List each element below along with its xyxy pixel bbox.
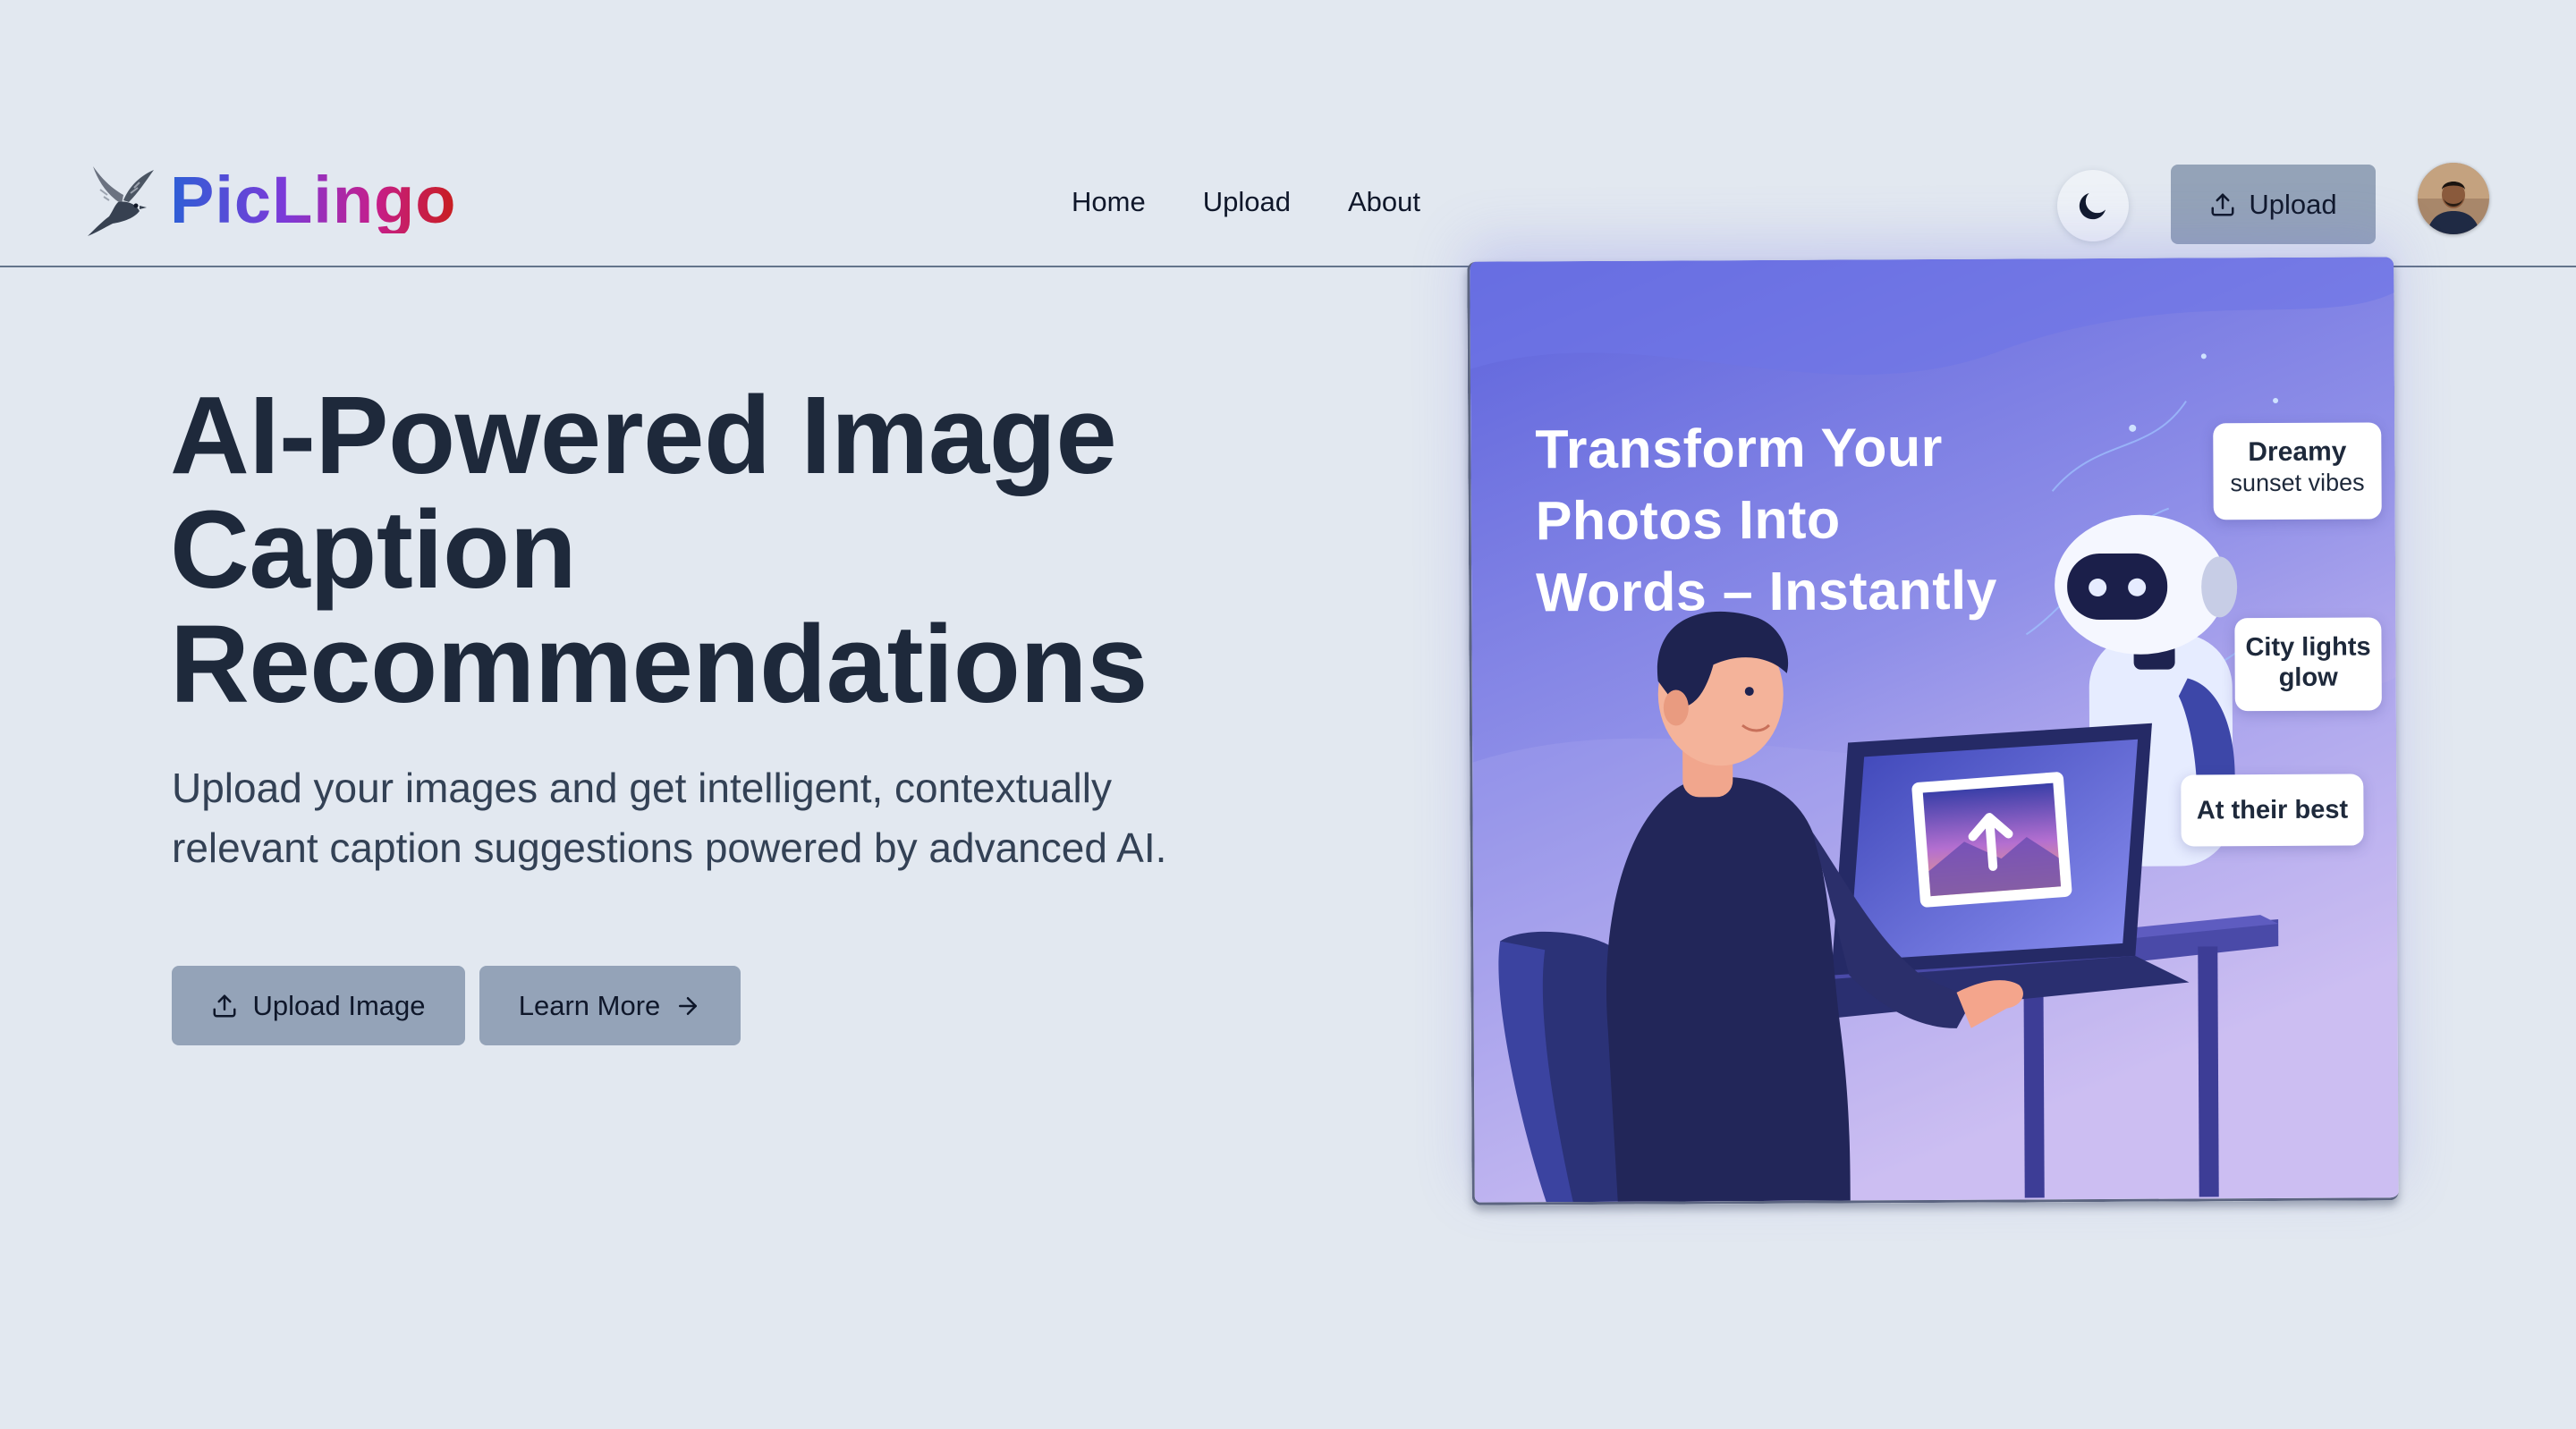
nav-link-upload[interactable]: Upload bbox=[1203, 186, 1291, 218]
theme-toggle-button[interactable] bbox=[2057, 170, 2129, 241]
learn-more-label: Learn More bbox=[518, 989, 661, 1021]
caption-bubble-1-line-1: Dreamy bbox=[2248, 436, 2347, 468]
avatar-image bbox=[2418, 163, 2489, 234]
hero-title: AI-Powered Image Caption Recommendations bbox=[170, 379, 1333, 723]
main-nav: Home Upload About bbox=[1072, 186, 1420, 218]
learn-more-button[interactable]: Learn More bbox=[479, 966, 741, 1045]
arrow-right-icon bbox=[679, 996, 698, 1015]
illustration-title-line-1: Transform Your bbox=[1535, 416, 1944, 480]
illustration-title: Transform Your Photos Into Words – Insta… bbox=[1535, 410, 2037, 628]
caption-bubble-3-line-1: At their best bbox=[2196, 795, 2349, 824]
brand[interactable]: PicLingo bbox=[82, 161, 456, 240]
hero-title-line-3: Recommendations bbox=[170, 604, 1148, 726]
upload-icon bbox=[213, 994, 236, 1017]
hero-illustration: Transform Your Photos Into Words – Insta… bbox=[1467, 257, 2399, 1205]
upload-icon bbox=[2211, 193, 2234, 216]
upload-image-label: Upload Image bbox=[252, 989, 426, 1021]
brand-name: PicLingo bbox=[170, 163, 457, 237]
illustration-title-line-2: Photos Into bbox=[1535, 488, 1841, 552]
caption-bubble-2-line-1: City lights bbox=[2245, 632, 2371, 663]
moon-icon bbox=[2079, 193, 2106, 220]
caption-bubble-2-line-2: glow bbox=[2278, 663, 2338, 692]
hero-title-line-2: Caption bbox=[170, 489, 577, 612]
upload-image-button[interactable]: Upload Image bbox=[172, 966, 465, 1045]
illustration-title-line-3: Words – Instantly bbox=[1536, 559, 1998, 623]
caption-bubble-2: City lights glow bbox=[2234, 617, 2382, 712]
nav-upload-button[interactable]: Upload bbox=[2171, 165, 2376, 244]
user-avatar[interactable] bbox=[2418, 163, 2489, 234]
nav-link-home[interactable]: Home bbox=[1072, 186, 1146, 218]
bird-logo-icon bbox=[88, 166, 154, 236]
caption-bubble-1-line-2: sunset vibes bbox=[2230, 469, 2365, 497]
hero-subtitle: Upload your images and get intelligent, … bbox=[172, 765, 1167, 871]
caption-bubble-1: Dreamy sunset vibes bbox=[2213, 422, 2382, 520]
nav-upload-label: Upload bbox=[2249, 188, 2337, 220]
hero-title-line-1: AI-Powered Image bbox=[170, 375, 1117, 497]
illustration-artwork bbox=[1470, 257, 2399, 1203]
caption-bubble-3: At their best bbox=[2181, 774, 2364, 847]
top-navbar: PicLingo Home Upload About Upload bbox=[0, 0, 2576, 267]
nav-link-about[interactable]: About bbox=[1348, 186, 1420, 218]
